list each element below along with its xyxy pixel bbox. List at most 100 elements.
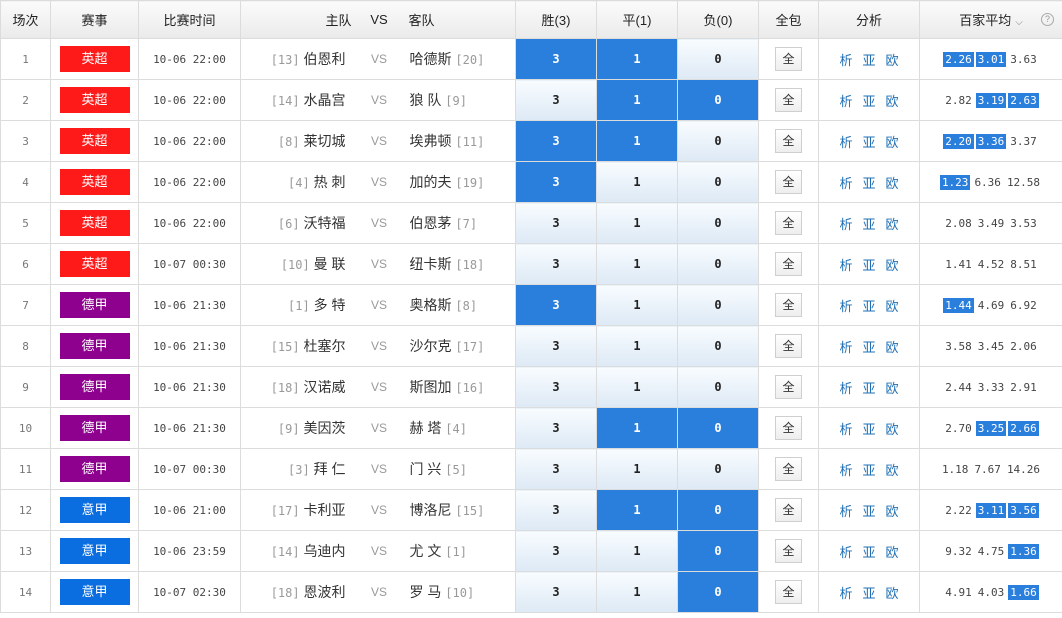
select-all-button[interactable]: 全 (775, 539, 802, 563)
analysis-link[interactable]: 欧 (886, 381, 899, 396)
pick-win[interactable]: 3 (515, 79, 597, 121)
analysis-link[interactable]: 析 (839, 176, 852, 191)
analysis-link[interactable]: 析 (839, 299, 852, 314)
home-team[interactable]: 伯恩利 (304, 51, 346, 67)
pick-win[interactable]: 3 (515, 202, 597, 244)
pick-lose[interactable]: 0 (677, 448, 759, 490)
league-badge[interactable]: 英超 (59, 46, 130, 72)
analysis-link[interactable]: 亚 (862, 299, 875, 314)
pick-draw[interactable]: 1 (596, 38, 678, 80)
pick-draw[interactable]: 1 (596, 448, 678, 490)
home-team[interactable]: 乌迪内 (304, 543, 346, 559)
pick-win[interactable]: 3 (515, 325, 597, 367)
league-badge[interactable]: 英超 (59, 87, 130, 113)
analysis-link[interactable]: 析 (839, 504, 852, 519)
away-team[interactable]: 门 兴 (410, 461, 442, 477)
analysis-link[interactable]: 亚 (862, 381, 875, 396)
league-badge[interactable]: 英超 (59, 128, 130, 154)
home-team[interactable]: 水晶宫 (304, 92, 346, 108)
pick-draw[interactable]: 1 (596, 530, 678, 572)
analysis-link[interactable]: 欧 (886, 217, 899, 232)
analysis-link[interactable]: 亚 (862, 217, 875, 232)
pick-win[interactable]: 3 (515, 120, 597, 162)
league-badge[interactable]: 德甲 (59, 415, 130, 441)
select-all-button[interactable]: 全 (775, 580, 802, 604)
chevron-down-icon[interactable]: ⌵ (1015, 17, 1023, 28)
analysis-link[interactable]: 亚 (862, 586, 875, 601)
analysis-link[interactable]: 欧 (886, 545, 899, 560)
pick-lose[interactable]: 0 (677, 243, 759, 285)
away-team[interactable]: 赫 塔 (410, 420, 442, 436)
away-team[interactable]: 沙尔克 (410, 338, 452, 354)
home-team[interactable]: 杜塞尔 (304, 338, 346, 354)
select-all-button[interactable]: 全 (775, 457, 802, 481)
away-team[interactable]: 罗 马 (410, 584, 442, 600)
pick-lose[interactable]: 0 (677, 79, 759, 121)
pick-lose[interactable]: 0 (677, 38, 759, 80)
league-badge[interactable]: 意甲 (59, 497, 130, 523)
analysis-link[interactable]: 欧 (886, 463, 899, 478)
pick-draw[interactable]: 1 (596, 407, 678, 449)
home-team[interactable]: 卡利亚 (304, 502, 346, 518)
analysis-link[interactable]: 析 (839, 135, 852, 150)
analysis-link[interactable]: 亚 (862, 422, 875, 437)
home-team[interactable]: 沃特福 (304, 215, 346, 231)
pick-lose[interactable]: 0 (677, 284, 759, 326)
league-badge[interactable]: 英超 (59, 210, 130, 236)
analysis-link[interactable]: 亚 (862, 340, 875, 355)
pick-lose[interactable]: 0 (677, 120, 759, 162)
pick-lose[interactable]: 0 (677, 325, 759, 367)
pick-lose[interactable]: 0 (677, 366, 759, 408)
analysis-link[interactable]: 欧 (886, 258, 899, 273)
pick-win[interactable]: 3 (515, 489, 597, 531)
league-badge[interactable]: 德甲 (59, 456, 130, 482)
pick-win[interactable]: 3 (515, 161, 597, 203)
pick-lose[interactable]: 0 (677, 161, 759, 203)
pick-lose[interactable]: 0 (677, 530, 759, 572)
pick-draw[interactable]: 1 (596, 325, 678, 367)
home-team[interactable]: 曼 联 (314, 256, 346, 272)
pick-draw[interactable]: 1 (596, 202, 678, 244)
analysis-link[interactable]: 亚 (862, 94, 875, 109)
analysis-link[interactable]: 析 (839, 340, 852, 355)
home-team[interactable]: 拜 仁 (314, 461, 346, 477)
pick-win[interactable]: 3 (515, 284, 597, 326)
away-team[interactable]: 伯恩茅 (410, 215, 452, 231)
pick-draw[interactable]: 1 (596, 120, 678, 162)
home-team[interactable]: 恩波利 (304, 584, 346, 600)
league-badge[interactable]: 德甲 (59, 333, 130, 359)
pick-lose[interactable]: 0 (677, 202, 759, 244)
select-all-button[interactable]: 全 (775, 375, 802, 399)
pick-win[interactable]: 3 (515, 448, 597, 490)
league-badge[interactable]: 英超 (59, 251, 130, 277)
analysis-link[interactable]: 析 (839, 258, 852, 273)
pick-lose[interactable]: 0 (677, 571, 759, 613)
league-badge[interactable]: 德甲 (59, 292, 130, 318)
home-team[interactable]: 汉诺威 (304, 379, 346, 395)
pick-draw[interactable]: 1 (596, 161, 678, 203)
league-badge[interactable]: 英超 (59, 169, 130, 195)
analysis-link[interactable]: 析 (839, 94, 852, 109)
away-team[interactable]: 狼 队 (410, 92, 442, 108)
pick-lose[interactable]: 0 (677, 407, 759, 449)
analysis-link[interactable]: 欧 (886, 53, 899, 68)
analysis-link[interactable]: 欧 (886, 422, 899, 437)
pick-draw[interactable]: 1 (596, 243, 678, 285)
home-team[interactable]: 美因茨 (304, 420, 346, 436)
pick-lose[interactable]: 0 (677, 489, 759, 531)
analysis-link[interactable]: 欧 (886, 94, 899, 109)
pick-win[interactable]: 3 (515, 530, 597, 572)
select-all-button[interactable]: 全 (775, 170, 802, 194)
select-all-button[interactable]: 全 (775, 334, 802, 358)
pick-draw[interactable]: 1 (596, 571, 678, 613)
analysis-link[interactable]: 亚 (862, 135, 875, 150)
pick-win[interactable]: 3 (515, 571, 597, 613)
analysis-link[interactable]: 亚 (862, 463, 875, 478)
pick-win[interactable]: 3 (515, 38, 597, 80)
away-team[interactable]: 博洛尼 (410, 502, 452, 518)
home-team[interactable]: 多 特 (314, 297, 346, 313)
question-circle-icon[interactable]: ? (1041, 13, 1054, 26)
pick-draw[interactable]: 1 (596, 489, 678, 531)
analysis-link[interactable]: 亚 (862, 176, 875, 191)
select-all-button[interactable]: 全 (775, 416, 802, 440)
